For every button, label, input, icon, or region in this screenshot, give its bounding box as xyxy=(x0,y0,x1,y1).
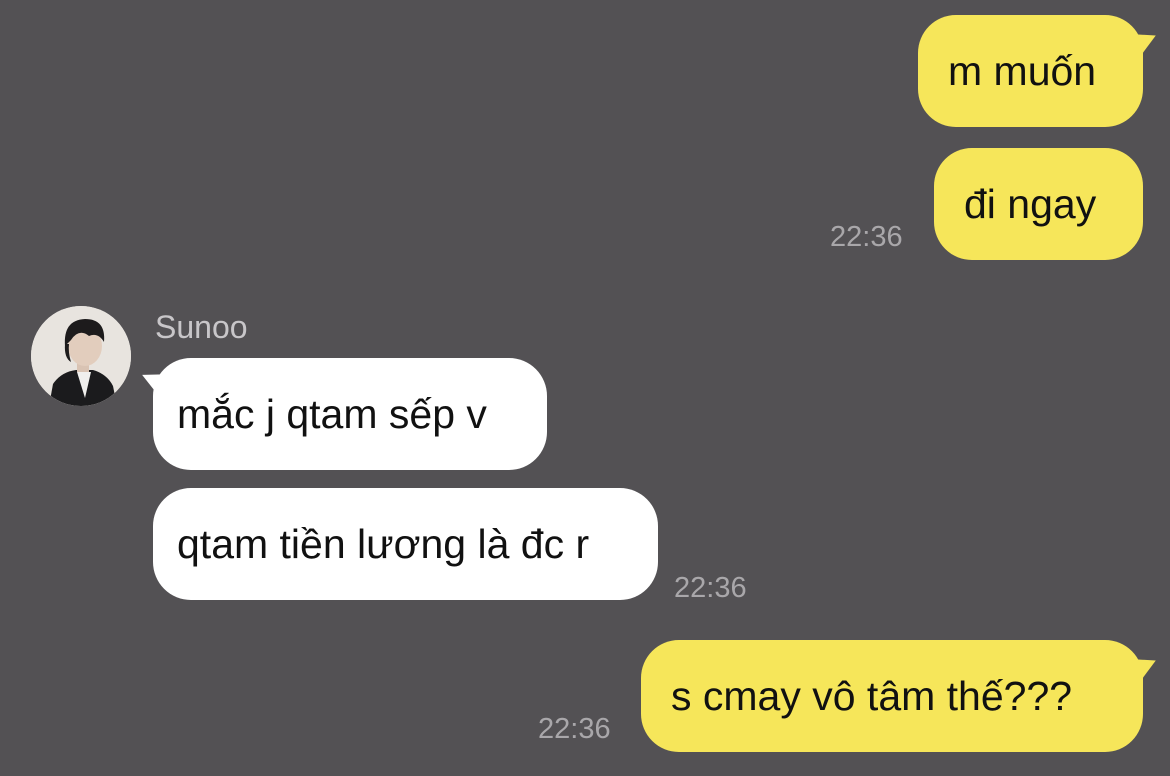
message-timestamp: 22:36 xyxy=(674,572,747,604)
avatar-photo-icon xyxy=(31,306,131,406)
bubble-tail xyxy=(1126,22,1162,60)
outgoing-message-bubble[interactable]: m muốn xyxy=(918,15,1162,127)
message-timestamp: 22:36 xyxy=(830,221,903,253)
bubble-tail xyxy=(137,364,169,396)
bubble-tail xyxy=(1126,647,1162,685)
incoming-message-bubble[interactable]: mắc j qtam sếp v xyxy=(137,358,547,470)
message-text: qtam tiền lương là đc r xyxy=(177,521,590,567)
sender-name: Sunoo xyxy=(155,309,248,345)
outgoing-message-bubble[interactable]: đi ngay xyxy=(934,148,1143,260)
message-timestamp: 22:36 xyxy=(538,713,611,745)
message-text: đi ngay xyxy=(964,181,1097,227)
contact-avatar[interactable] xyxy=(31,306,131,406)
outgoing-message-bubble[interactable]: s cmay vô tâm thế??? xyxy=(641,640,1162,752)
message-text: mắc j qtam sếp v xyxy=(177,391,487,437)
message-text: m muốn xyxy=(948,48,1097,94)
incoming-message-bubble[interactable]: qtam tiền lương là đc r xyxy=(153,488,658,600)
message-text: s cmay vô tâm thế??? xyxy=(671,673,1073,719)
